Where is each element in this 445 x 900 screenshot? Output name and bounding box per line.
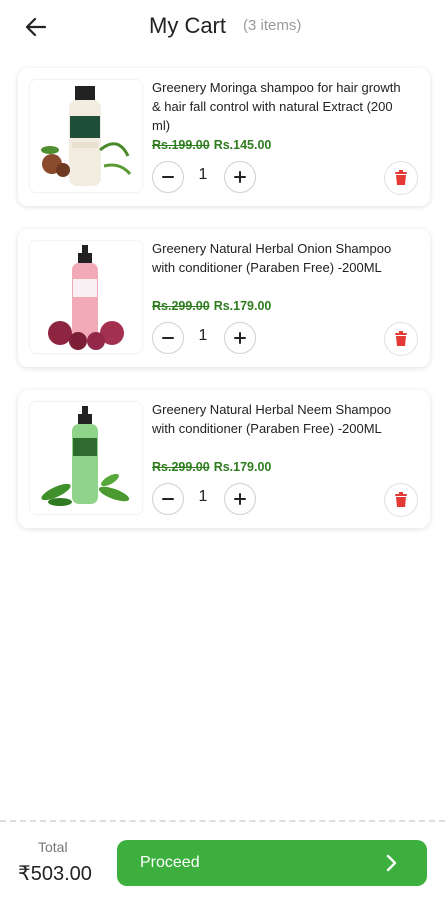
proceed-button[interactable]: Proceed [117,840,427,886]
cart-item: Greenery Natural Herbal Onion Shampoo wi… [18,229,430,367]
decrease-quantity-button[interactable] [152,483,184,515]
original-price: Rs.299.00 [152,460,210,474]
product-image [30,80,142,192]
trash-icon [395,170,407,185]
product-image [30,241,142,353]
chevron-right-icon [386,854,397,872]
quantity-value: 1 [198,488,208,505]
delete-item-button[interactable] [384,161,418,195]
minus-icon [162,176,174,178]
product-price: Rs.199.00 Rs.145.00 [152,138,271,152]
minus-icon [162,498,174,500]
footer-divider [0,820,445,822]
quantity-value: 1 [198,327,208,344]
page-title: My Cart [149,13,226,38]
sale-price: Rs.179.00 [213,299,272,313]
decrease-quantity-button[interactable] [152,322,184,354]
plus-icon [234,171,246,183]
quantity-value: 1 [198,166,208,183]
product-price: Rs.299.00 Rs.179.00 [152,460,271,474]
back-button[interactable] [22,13,50,41]
proceed-label: Proceed [140,854,200,871]
trash-icon [395,331,407,346]
plus-icon [234,493,246,505]
arrow-left-icon [25,17,47,37]
sale-price: Rs.145.00 [213,138,272,152]
cart-item: Greenery Natural Herbal Neem Shampoo wit… [18,390,430,528]
total-amount: ₹503.00 [18,863,92,885]
total-label: Total [38,839,68,855]
product-name: Greenery Moringa shampoo for hair growth… [152,80,401,133]
sale-price: Rs.179.00 [213,460,272,474]
delete-item-button[interactable] [384,483,418,517]
plus-icon [234,332,246,344]
product-image [30,402,142,514]
app-header: My Cart (3 items) [0,0,445,60]
increase-quantity-button[interactable] [224,322,256,354]
decrease-quantity-button[interactable] [152,161,184,193]
item-count: (3 items) [243,17,302,34]
product-name: Greenery Natural Herbal Onion Shampoo wi… [152,241,392,275]
delete-item-button[interactable] [384,322,418,356]
increase-quantity-button[interactable] [224,161,256,193]
original-price: Rs.299.00 [152,299,210,313]
increase-quantity-button[interactable] [224,483,256,515]
minus-icon [162,337,174,339]
product-name: Greenery Natural Herbal Neem Shampoo wit… [152,402,392,436]
product-price: Rs.299.00 Rs.179.00 [152,299,271,313]
trash-icon [395,492,407,507]
cart-item: Greenery Moringa shampoo for hair growth… [18,68,430,206]
original-price: Rs.199.00 [152,138,210,152]
